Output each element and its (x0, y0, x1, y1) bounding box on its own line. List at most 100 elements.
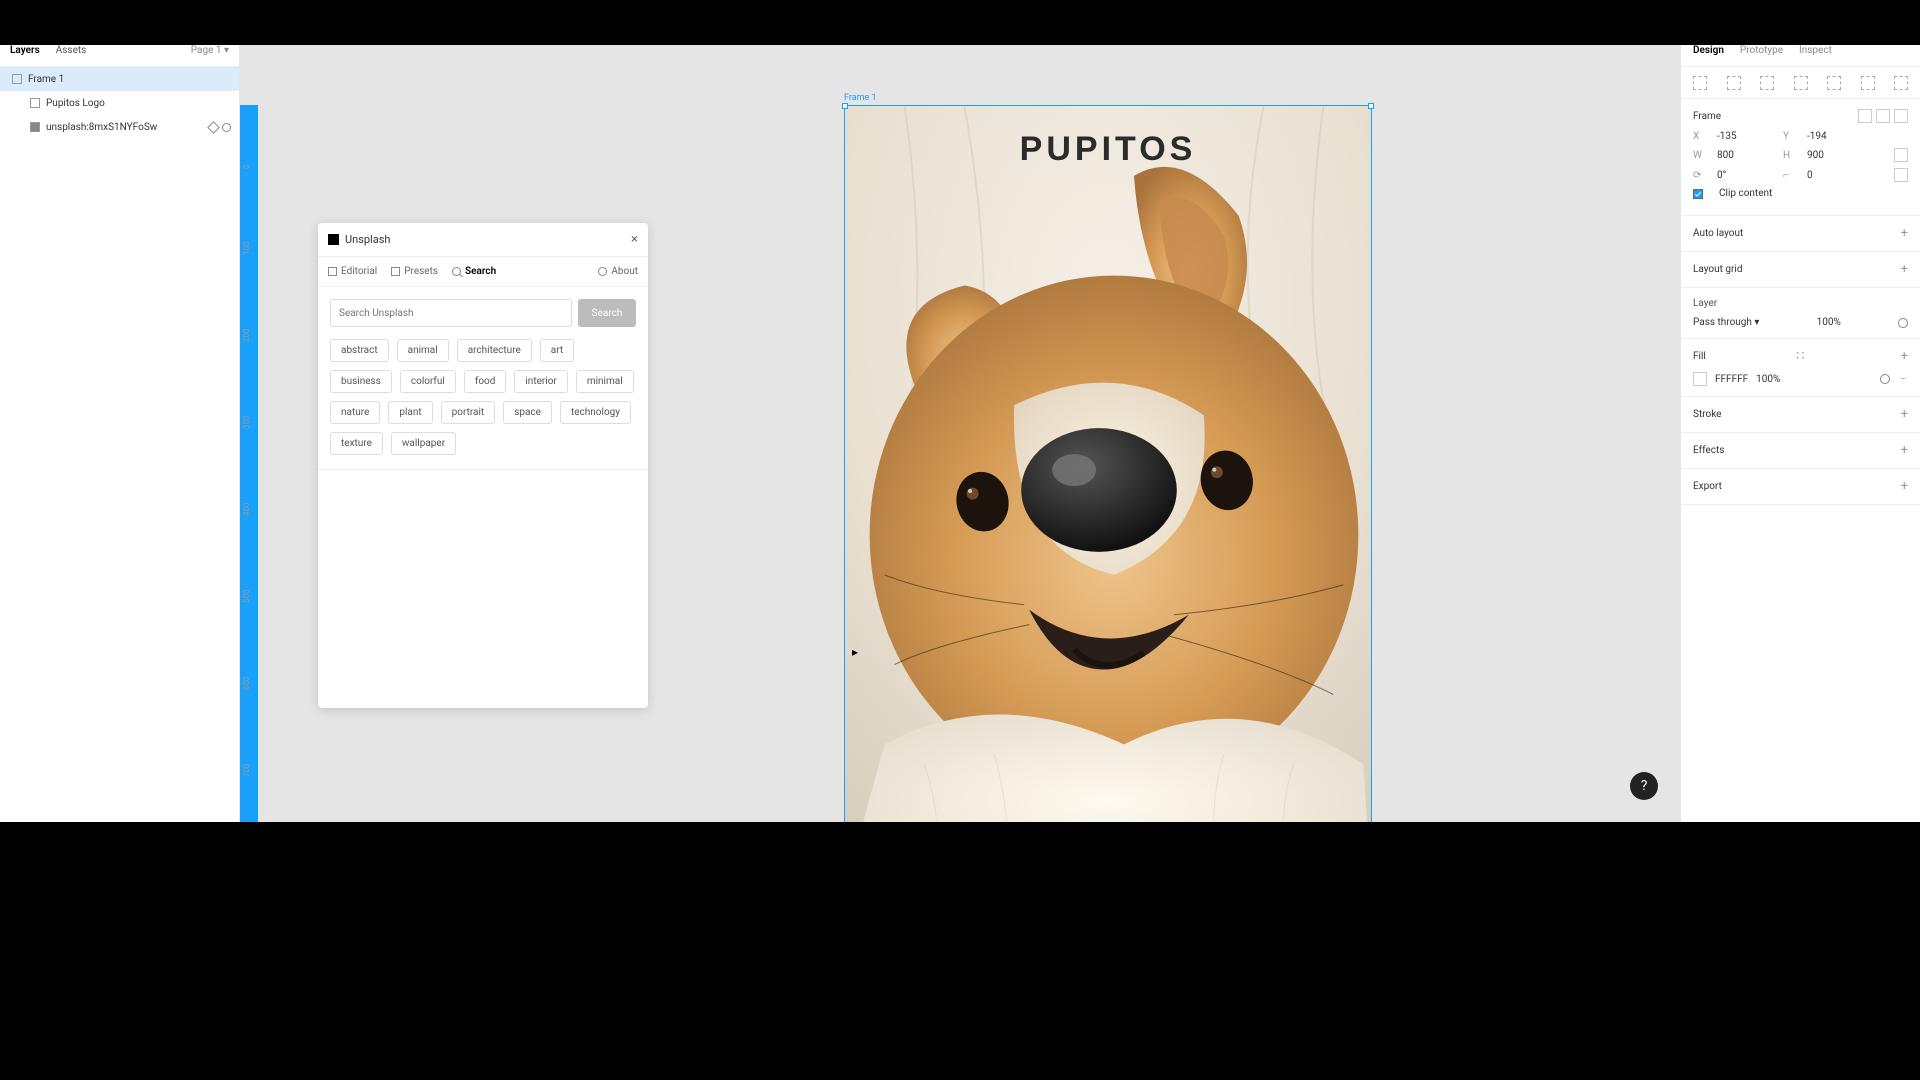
distribute-icon[interactable] (1894, 76, 1908, 90)
tag-business[interactable]: business (330, 370, 392, 393)
tab-assets[interactable]: Assets (56, 45, 87, 56)
tag-space[interactable]: space (503, 401, 552, 424)
tag-colorful[interactable]: colorful (400, 370, 456, 393)
layer-label: Frame 1 (28, 74, 64, 85)
auto-layout-section: Auto layout + (1681, 216, 1920, 252)
layer-row-pupitos-logo[interactable]: Pupitos Logo (0, 91, 239, 115)
frame-mode-portrait-icon[interactable] (1858, 109, 1872, 123)
ruler-vertical: 800 0 100 200 300 400 500 600 700 (240, 45, 258, 822)
tag-animal[interactable]: animal (397, 339, 449, 362)
add-export-button[interactable]: + (1901, 479, 1908, 494)
layer-row-frame1[interactable]: Frame 1 (0, 67, 239, 91)
stroke-label: Stroke (1693, 409, 1721, 420)
modal-header[interactable]: Unsplash × (318, 223, 648, 257)
modal-title: Unsplash (345, 233, 390, 246)
visibility-icon[interactable] (1898, 318, 1908, 328)
layer-opacity-field[interactable]: 100% (1817, 317, 1841, 328)
export-label: Export (1693, 481, 1722, 492)
layer-label: Pupitos Logo (46, 98, 105, 109)
fill-visibility-icon[interactable] (1880, 374, 1890, 384)
tag-architecture[interactable]: architecture (457, 339, 532, 362)
add-auto-layout-button[interactable]: + (1901, 226, 1908, 241)
rotation-field[interactable]: 0° (1717, 170, 1773, 181)
clip-content-checkbox[interactable] (1693, 189, 1703, 199)
add-effect-button[interactable]: + (1901, 443, 1908, 458)
frame-mode-landscape-icon[interactable] (1876, 109, 1890, 123)
resize-to-fit-icon[interactable] (1894, 109, 1908, 123)
layer-row-unsplash-image[interactable]: unsplash:8mxS1NYFoSw (0, 115, 239, 139)
tag-technology[interactable]: technology (560, 401, 631, 424)
remove-fill-button[interactable]: − (1898, 374, 1908, 385)
tab-presets[interactable]: Presets (391, 266, 438, 277)
search-button[interactable]: Search (578, 299, 636, 327)
tag-interior[interactable]: interior (514, 370, 567, 393)
align-right-icon[interactable] (1760, 76, 1774, 90)
close-icon[interactable]: × (631, 232, 638, 247)
fill-hex-field[interactable]: FFFFFF (1715, 374, 1748, 385)
square-icon (328, 267, 337, 276)
canvas[interactable]: 800 0 100 200 300 400 500 600 700 Frame … (240, 45, 1680, 822)
image-icon (30, 122, 40, 132)
pos-y-field[interactable]: -194 (1807, 131, 1863, 142)
tab-inspect[interactable]: Inspect (1799, 45, 1832, 56)
frame-title-label[interactable]: Frame 1 (844, 93, 877, 103)
tag-wallpaper[interactable]: wallpaper (391, 432, 456, 455)
align-hcenter-icon[interactable] (1727, 76, 1741, 90)
blend-mode-dropdown[interactable]: Pass through ▾ (1693, 317, 1759, 328)
left-panel-tabs: Layers Assets Page 1 ▾ (0, 45, 239, 67)
tab-editorial[interactable]: Editorial (328, 266, 377, 277)
layer-section: Layer Pass through ▾ 100% (1681, 288, 1920, 339)
tag-art[interactable]: art (540, 339, 574, 362)
tag-portrait[interactable]: portrait (441, 401, 496, 424)
export-section: Export + (1681, 469, 1920, 505)
add-stroke-button[interactable]: + (1901, 407, 1908, 422)
tab-search[interactable]: Search (452, 266, 496, 277)
width-field[interactable]: 800 (1717, 150, 1773, 161)
tag-food[interactable]: food (464, 370, 507, 393)
tab-about[interactable]: About (598, 266, 638, 277)
tag-nature[interactable]: nature (330, 401, 380, 424)
align-vcenter-icon[interactable] (1827, 76, 1841, 90)
fill-title: Fill (1693, 351, 1706, 362)
layout-grid-label: Layout grid (1693, 264, 1742, 275)
add-layout-grid-button[interactable]: + (1901, 262, 1908, 277)
constrain-proportions-icon[interactable] (1894, 148, 1908, 162)
fill-opacity-field[interactable]: 100% (1756, 374, 1780, 385)
square-icon (391, 267, 400, 276)
layer-label: unsplash:8mxS1NYFoSw (46, 122, 157, 133)
fill-style-icon[interactable]: ∷ (1796, 349, 1804, 364)
resize-handle-tl[interactable] (842, 103, 848, 109)
selected-frame[interactable]: PUPITOS 800 × 900 (844, 105, 1372, 822)
effects-section: Effects+ (1681, 433, 1920, 469)
auto-layout-label: Auto layout (1693, 228, 1743, 239)
align-top-icon[interactable] (1794, 76, 1808, 90)
independent-corners-icon[interactable] (1894, 168, 1908, 182)
fill-swatch[interactable] (1693, 372, 1707, 386)
align-bottom-icon[interactable] (1861, 76, 1875, 90)
tab-design[interactable]: Design (1693, 45, 1724, 56)
tab-prototype[interactable]: Prototype (1740, 45, 1783, 56)
modal-tabs: Editorial Presets Search About (318, 257, 648, 287)
layer-title: Layer (1693, 298, 1908, 309)
tag-plant[interactable]: plant (388, 401, 432, 424)
help-button[interactable]: ? (1630, 772, 1658, 800)
pos-x-field[interactable]: -135 (1717, 131, 1773, 142)
link-icon[interactable] (207, 121, 220, 134)
tag-texture[interactable]: texture (330, 432, 383, 455)
tab-layers[interactable]: Layers (10, 45, 40, 56)
resize-handle-tr[interactable] (1368, 103, 1374, 109)
visibility-icon[interactable] (222, 123, 231, 132)
add-fill-button[interactable]: + (1901, 349, 1908, 364)
search-input[interactable] (330, 299, 572, 327)
tag-minimal[interactable]: minimal (576, 370, 634, 393)
tag-abstract[interactable]: abstract (330, 339, 389, 362)
unsplash-plugin-modal[interactable]: Unsplash × Editorial Presets Search Abou… (318, 223, 648, 708)
align-left-icon[interactable] (1693, 76, 1707, 90)
page-dropdown[interactable]: Page 1 ▾ (191, 45, 229, 56)
right-panel-tabs: Design Prototype Inspect (1681, 45, 1920, 67)
height-field[interactable]: 900 (1807, 150, 1863, 161)
frame-section: Frame X-135 Y-194 W800 H900 ⟳0° ⌐0 (1681, 99, 1920, 216)
modal-body: Search abstract animal architecture art busi… (318, 287, 648, 482)
left-panel: Layers Assets Page 1 ▾ Frame 1 Pupitos L… (0, 45, 240, 822)
corner-radius-field[interactable]: 0 (1807, 170, 1863, 181)
